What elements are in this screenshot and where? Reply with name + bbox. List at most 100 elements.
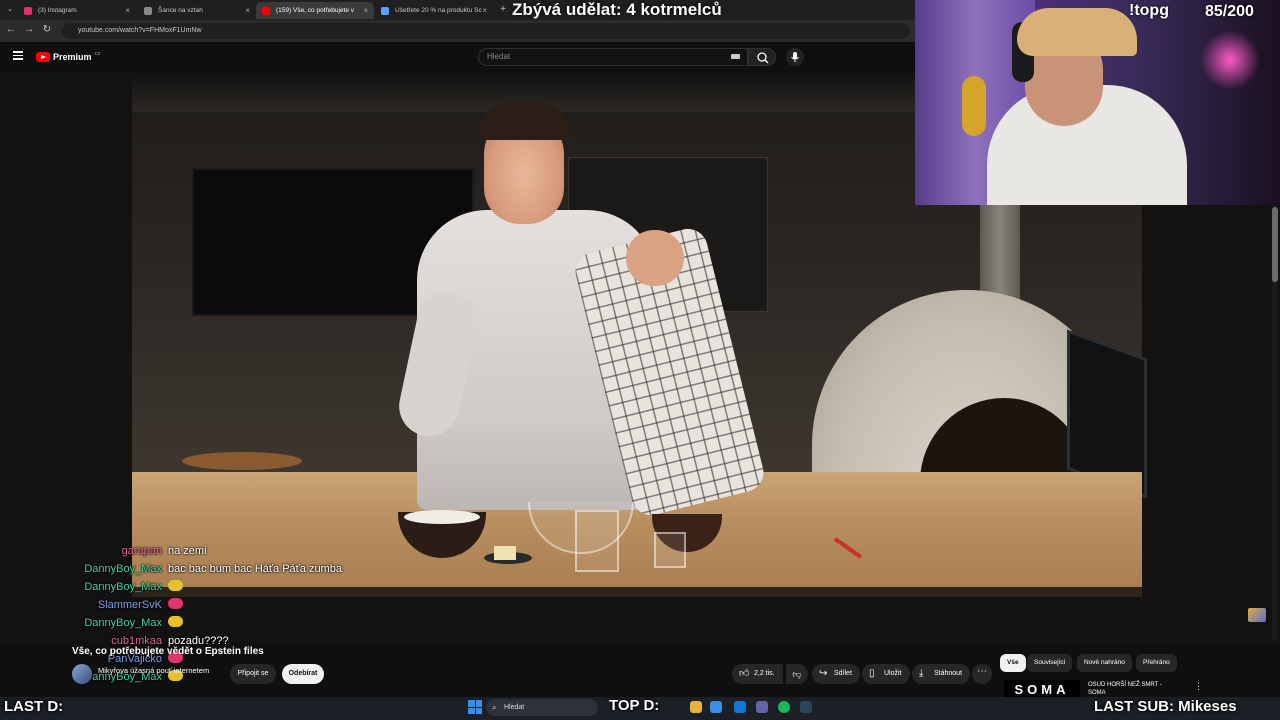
tab-2-active[interactable]: (159) Vše, co potřebujete v × xyxy=(256,2,374,19)
search-button[interactable] xyxy=(748,48,776,66)
close-icon[interactable]: × xyxy=(125,2,130,19)
search-icon xyxy=(757,52,769,64)
taskbar-search[interactable]: ⌕ Hledat xyxy=(486,699,598,716)
toy-chicken xyxy=(962,76,986,136)
search-icon: ⌕ xyxy=(492,703,497,712)
save-button[interactable]: ▯ Uložit xyxy=(862,664,910,684)
last-subscriber: LAST SUB: Mikeses xyxy=(1094,698,1237,715)
tab-3[interactable]: Ušetřete 20 % na produktu Sc × xyxy=(375,2,493,19)
chat-message: DannyBoy_Max xyxy=(0,578,430,596)
chip-watched[interactable]: Přehráno xyxy=(1136,654,1177,672)
like-button[interactable]: 👍︎ 2,2 tis. xyxy=(732,664,783,684)
more-actions-icon[interactable]: ⋯ xyxy=(972,664,992,684)
last-donation: LAST D: xyxy=(4,698,64,715)
tab-label: (3) Instagram xyxy=(38,7,77,14)
top-donation: TOP D: xyxy=(609,697,660,714)
back-icon[interactable]: ← xyxy=(4,23,18,37)
taskbar-search-label: Hledat xyxy=(504,704,525,711)
share-label: Sdílet xyxy=(834,670,852,677)
thumbs-up-icon: 👍︎ xyxy=(739,668,750,679)
like-count: 2,2 tis. xyxy=(754,670,775,677)
chip-related[interactable]: Související xyxy=(1027,654,1073,672)
save-label: Uložit xyxy=(884,670,902,677)
channel-name[interactable]: Mikyřova úžasná pouť internetem xyxy=(98,666,209,675)
neon-light xyxy=(1200,30,1260,90)
chat-command: !topg xyxy=(1129,2,1169,19)
checkmark-icon xyxy=(381,7,389,15)
new-tab-button[interactable]: + xyxy=(496,3,510,17)
scrollbar-thumb[interactable] xyxy=(1272,207,1278,282)
country-code: CZ xyxy=(94,50,101,56)
edge-icon[interactable] xyxy=(710,701,722,713)
instagram-icon xyxy=(24,7,32,15)
outlook-icon[interactable] xyxy=(734,701,746,713)
presenter-hair xyxy=(479,102,571,140)
reload-icon[interactable]: ↻ xyxy=(40,23,54,37)
chat-username: garapan xyxy=(121,545,162,557)
recommended-title[interactable]: OSUD HORŠÍ NEŽ SMRT - SOMA xyxy=(1088,681,1162,697)
steam-icon[interactable] xyxy=(800,701,812,713)
voice-search-button[interactable] xyxy=(786,48,804,66)
tab-label: Šance na vztah xyxy=(158,7,203,14)
youtube-play-icon xyxy=(36,52,50,62)
subscribe-button[interactable]: Odebírat xyxy=(282,664,324,684)
chat-message: DannyBoy_Max xyxy=(0,614,430,632)
share-button[interactable]: ↪ Sdílet xyxy=(812,664,860,684)
close-icon[interactable]: × xyxy=(245,2,250,19)
share-icon: ↪ xyxy=(819,668,828,679)
recommended-title-line1: OSUD HORŠÍ NEŽ SMRT - xyxy=(1088,682,1162,688)
chat-emote xyxy=(168,614,183,632)
address-bar: ← → ↻ youtube.com/watch?v=FHMoxF1UmNw xyxy=(0,20,915,42)
recommended-title-line2: SOMA xyxy=(1088,690,1106,696)
premium-label: Premium xyxy=(53,52,92,62)
keyboard-icon[interactable] xyxy=(731,54,740,59)
thumbs-down-icon: 👎︎ xyxy=(792,669,802,679)
hamburger-menu-icon[interactable] xyxy=(13,51,23,60)
bookmark-icon: ▯ xyxy=(869,668,875,679)
chat-emote xyxy=(168,596,183,614)
browser-tab-strip: ⌄ (3) Instagram × Šance na vztah × (159)… xyxy=(0,0,915,20)
chat-message: garapan na zemi xyxy=(0,542,430,560)
chat-message: SlammerSvK xyxy=(0,596,430,614)
streamer-cap xyxy=(1017,8,1137,56)
page-scrollbar[interactable] xyxy=(1272,205,1278,640)
youtube-header: Premium CZ Hledat xyxy=(0,42,915,72)
streamer-webcam: !topg 85/200 xyxy=(915,0,1280,205)
close-icon[interactable]: × xyxy=(482,2,487,19)
more-options-icon[interactable]: ⋮ xyxy=(1194,681,1203,692)
search-input[interactable]: Hledat xyxy=(478,48,748,66)
chat-username: DannyBoy_Max xyxy=(84,563,162,575)
channel-row: Mikyřova úžasná pouť internetem Připojit… xyxy=(72,662,342,686)
emote-icon xyxy=(168,580,183,591)
page-icon xyxy=(144,7,152,15)
measuring-glass xyxy=(575,510,619,572)
tab-0[interactable]: (3) Instagram × xyxy=(18,2,136,19)
join-button[interactable]: Připojit se xyxy=(230,664,276,684)
youtube-icon xyxy=(262,7,270,15)
spotify-icon[interactable] xyxy=(778,701,790,713)
cutting-board xyxy=(182,452,302,470)
dislike-button[interactable]: 👎︎ xyxy=(786,664,808,684)
stream-goal-text: Zbývá udělat: 4 kotrmelců xyxy=(512,0,722,19)
youtube-logo[interactable]: Premium CZ xyxy=(36,51,101,63)
video-title: Vše, co potřebujete vědět o Epstein file… xyxy=(72,646,264,657)
download-button[interactable]: ⤓ Stáhnout xyxy=(912,664,971,684)
chat-message: DannyBoy_Max bac bac bum bac Háťa Páťa z… xyxy=(0,560,430,578)
tab-label: Ušetřete 20 % na produktu Sc xyxy=(395,7,482,14)
teams-icon[interactable] xyxy=(756,701,768,713)
close-icon[interactable]: × xyxy=(363,2,368,19)
chat-username: DannyBoy_Max xyxy=(84,581,162,593)
presenter-hand xyxy=(626,230,684,286)
flour xyxy=(404,510,480,524)
file-explorer-icon[interactable] xyxy=(690,701,702,713)
forward-icon[interactable]: → xyxy=(22,23,36,37)
url-field[interactable]: youtube.com/watch?v=FHMoxF1UmNw xyxy=(62,23,910,39)
goal-counter: 85/200 xyxy=(1205,3,1254,20)
tab-list-button[interactable]: ⌄ xyxy=(3,3,17,17)
chip-recently-uploaded[interactable]: Nově nahráno xyxy=(1077,654,1132,672)
channel-avatar[interactable] xyxy=(72,664,92,684)
tab-1[interactable]: Šance na vztah × xyxy=(138,2,256,19)
overlay-badge-icon xyxy=(1248,608,1266,622)
windows-start-icon[interactable] xyxy=(468,700,482,714)
chip-all[interactable]: Vše xyxy=(1000,654,1026,672)
